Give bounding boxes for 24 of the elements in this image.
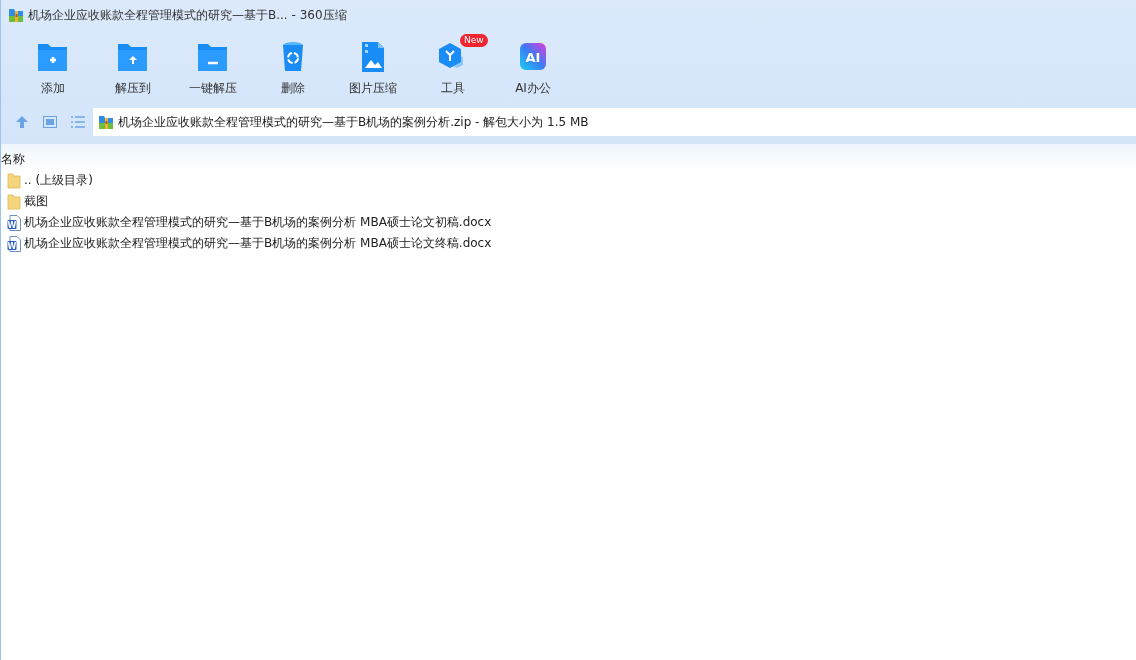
word-document-icon: W — [7, 214, 21, 231]
file-name[interactable]: 机场企业应收账款全程管理模式的研究—基于B机场的案例分析 MBA硕士论文终稿.docx — [24, 235, 492, 252]
file-name[interactable]: 机场企业应收账款全程管理模式的研究—基于B机场的案例分析 MBA硕士论文初稿.docx — [24, 214, 492, 231]
toolbar-button[interactable]: 解压到 — [93, 36, 173, 104]
window-view-icon — [43, 116, 57, 128]
toolbar-button[interactable]: New 工具 — [413, 36, 493, 104]
folder-icon — [7, 172, 21, 189]
toolbar-button[interactable]: AI AI办公 — [493, 36, 573, 104]
toolbar-button[interactable]: 图片压缩 — [333, 36, 413, 104]
word-document-icon: W — [7, 235, 21, 252]
up-arrow-icon — [15, 115, 29, 129]
toolbar-button[interactable]: 一键解压 — [173, 36, 253, 104]
toolbar-button[interactable]: 删除 — [253, 36, 333, 104]
list-icon — [71, 116, 85, 128]
column-header[interactable]: 名称 — [1, 151, 25, 168]
address-bar[interactable]: 机场企业应收账款全程管理模式的研究—基于B机场的案例分析.zip - 解包大小为 1.5 MB — [93, 108, 1136, 136]
archive-icon — [98, 114, 114, 130]
new-badge: New — [460, 34, 488, 47]
toolbar-button[interactable]: 添加 — [13, 36, 93, 104]
file-name[interactable]: 截图 — [24, 193, 48, 210]
archive-icon — [8, 7, 24, 23]
file-name[interactable]: .. (上级目录) — [24, 172, 93, 189]
window-title: 机场企业应收账款全程管理模式的研究—基于B... - 360压缩 — [28, 6, 347, 24]
folder-icon — [7, 193, 21, 210]
